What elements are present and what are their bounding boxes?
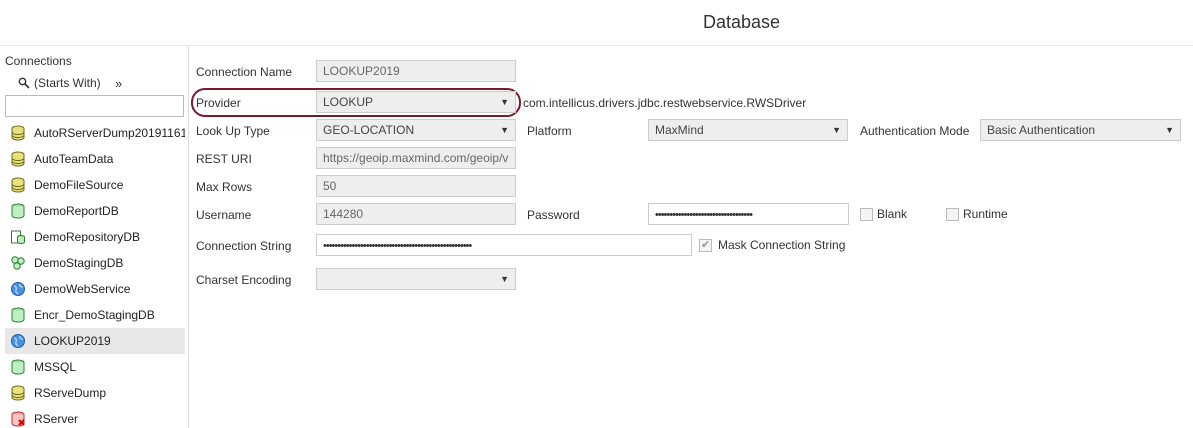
sidebar-item-lookup2019[interactable]: LOOKUP2019 (5, 328, 185, 354)
connections-sidebar: Connections (Starts With) » AutoRServerD… (0, 46, 189, 428)
lookup-type-value: GEO-LOCATION (323, 123, 415, 137)
sidebar-item-autorserverdump20191161[interactable]: AutoRServerDump20191161 (5, 120, 185, 146)
db-yellow-icon (11, 151, 25, 167)
repository-icon (11, 230, 25, 245)
username-field[interactable]: 144280 (316, 203, 516, 225)
sidebar-item-label: DemoWebService (34, 282, 131, 296)
db-yellow-icon (11, 125, 25, 141)
sidebar-item-rservedump[interactable]: RServeDump (5, 380, 185, 406)
provider-label: Provider (196, 96, 241, 110)
dropdown-arrow-icon: ▼ (500, 125, 509, 135)
rest-uri-field[interactable]: https://geoip.maxmind.com/geoip/v (316, 147, 516, 169)
globe-icon (11, 334, 25, 348)
runtime-label: Runtime (963, 207, 1008, 221)
dropdown-arrow-icon: ▼ (832, 125, 841, 135)
platform-value: MaxMind (655, 123, 704, 137)
sidebar-item-demorepositorydb[interactable]: DemoRepositoryDB (5, 224, 185, 250)
blank-checkbox[interactable] (860, 208, 873, 221)
dropdown-arrow-icon: ▼ (500, 97, 509, 107)
dropdown-arrow-icon: ▼ (500, 274, 509, 284)
provider-value: LOOKUP (323, 95, 374, 109)
provider-select[interactable]: LOOKUP ▼ (316, 91, 516, 113)
db-error-icon (11, 411, 25, 427)
sidebar-item-label: MSSQL (34, 360, 77, 374)
dropdown-arrow-icon: ▼ (1165, 125, 1174, 135)
globe-icon (11, 282, 25, 296)
db-green-icon (11, 307, 25, 323)
connection-string-mask: ••••••••••••••••••••••••••••••••••••••••… (323, 240, 472, 252)
connection-string-label: Connection String (196, 239, 292, 253)
sidebar-item-label: DemoFileSource (34, 178, 124, 192)
db-yellow-icon (11, 385, 25, 401)
connection-name-label: Connection Name (196, 65, 293, 79)
db-green-icon (11, 203, 25, 219)
rest-uri-label: REST URI (196, 152, 252, 166)
mask-connection-string-label: Mask Connection String (718, 238, 846, 252)
sidebar-item-rserver[interactable]: RServer (5, 406, 185, 428)
lookup-type-select[interactable]: GEO-LOCATION ▼ (316, 119, 516, 141)
expand-more-button[interactable]: » (115, 76, 122, 91)
password-mask: •••••••••••••••••••••••••••••••••• (655, 209, 753, 221)
filter-label: (Starts With) (34, 76, 101, 90)
sidebar-item-label: DemoStagingDB (34, 256, 124, 270)
sidebar-item-demoreportdb[interactable]: DemoReportDB (5, 198, 185, 224)
sidebar-item-label: AutoRServerDump20191161 (34, 126, 185, 140)
max-rows-field[interactable]: 50 (316, 175, 516, 197)
auth-mode-select[interactable]: Basic Authentication ▼ (980, 119, 1181, 141)
lookup-type-label: Look Up Type (196, 124, 270, 138)
page-title: Database (0, 0, 1193, 46)
starts-with-filter[interactable]: (Starts With) (18, 76, 101, 90)
connection-string-field[interactable]: ••••••••••••••••••••••••••••••••••••••••… (316, 234, 692, 256)
search-icon (18, 77, 30, 89)
sidebar-item-demowebservice[interactable]: DemoWebService (5, 276, 185, 302)
password-label: Password (527, 208, 580, 222)
connection-form: Connection Name LOOKUP2019 Provider LOOK… (189, 46, 1193, 428)
sidebar-search-input[interactable] (5, 95, 184, 117)
max-rows-label: Max Rows (196, 180, 253, 194)
sidebar-item-mssql[interactable]: MSSQL (5, 354, 185, 380)
platform-select[interactable]: MaxMind ▼ (648, 119, 848, 141)
db-green-icon (11, 359, 25, 375)
auth-mode-label: Authentication Mode (860, 124, 970, 138)
sidebar-item-label: DemoRepositoryDB (34, 230, 141, 244)
auth-mode-value: Basic Authentication (987, 123, 1096, 137)
sidebar-item-encr-demostagingdb[interactable]: Encr_DemoStagingDB (5, 302, 185, 328)
connection-list: AutoRServerDump20191161 AutoTeamData DemoF… (5, 120, 185, 428)
sidebar-item-label: RServer (34, 412, 79, 426)
sidebar-item-label: RServeDump (34, 386, 107, 400)
sidebar-item-label: AutoTeamData (34, 152, 114, 166)
sidebar-item-demofilesource[interactable]: DemoFileSource (5, 172, 185, 198)
sidebar-item-label: Encr_DemoStagingDB (34, 308, 155, 322)
sidebar-item-autoteamdata[interactable]: AutoTeamData (5, 146, 185, 172)
charset-encoding-select[interactable]: ▼ (316, 268, 516, 290)
sidebar-header: Connections (5, 54, 72, 68)
provider-driver-class: com.intellicus.drivers.jdbc.restwebservi… (523, 96, 807, 110)
blank-label: Blank (877, 207, 908, 221)
sidebar-item-label: DemoReportDB (34, 204, 119, 218)
connection-name-field[interactable]: LOOKUP2019 (316, 60, 516, 82)
username-label: Username (196, 208, 252, 222)
staging-icon (11, 256, 25, 270)
sidebar-item-demostagingdb[interactable]: DemoStagingDB (5, 250, 185, 276)
runtime-checkbox[interactable] (946, 208, 959, 221)
password-field[interactable]: •••••••••••••••••••••••••••••••••• (648, 203, 849, 225)
platform-label: Platform (527, 124, 572, 138)
sidebar-item-label: LOOKUP2019 (34, 334, 111, 348)
charset-encoding-label: Charset Encoding (196, 273, 292, 287)
mask-connection-string-checkbox[interactable] (699, 238, 712, 252)
db-yellow-icon (11, 177, 25, 193)
